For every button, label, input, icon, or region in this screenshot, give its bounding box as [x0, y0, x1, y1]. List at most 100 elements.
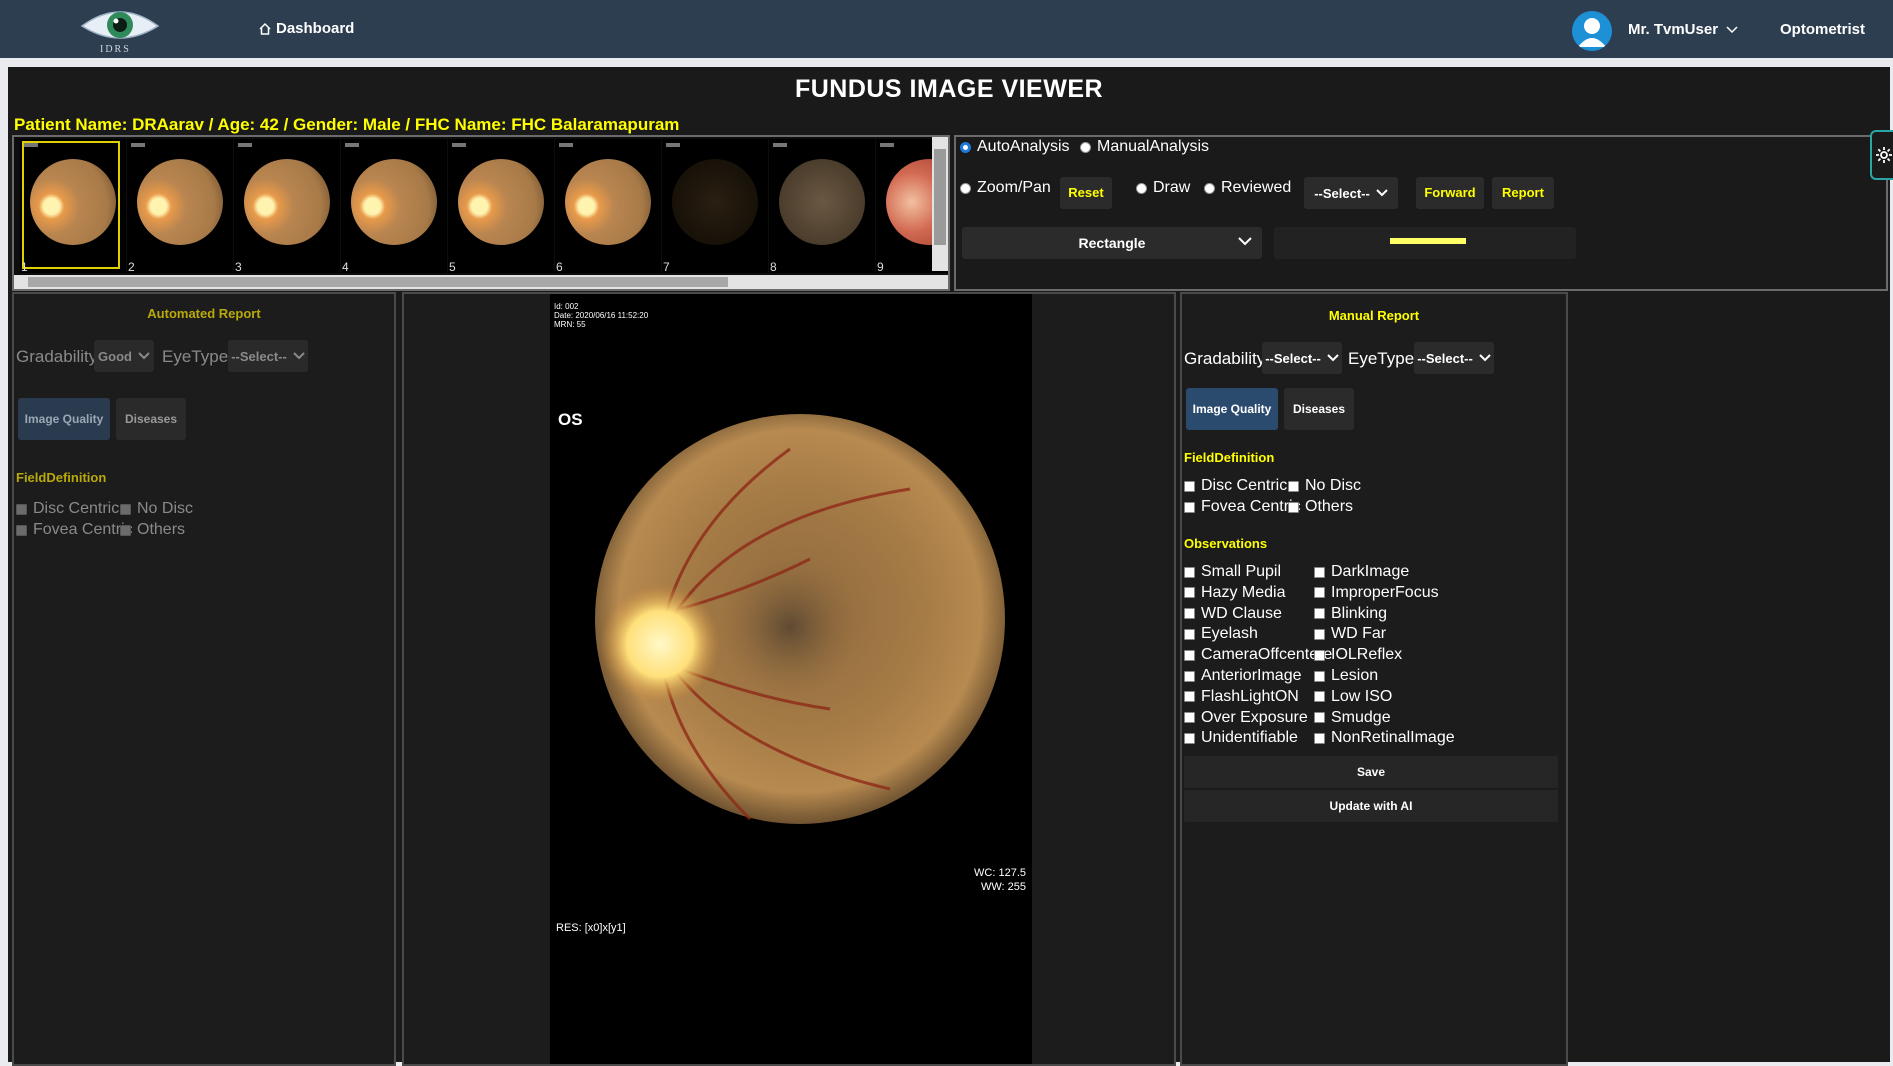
observation-label: WD Far	[1331, 625, 1387, 643]
observation-checkbox[interactable]: DarkImage	[1314, 563, 1409, 581]
thumbnail-image	[458, 159, 544, 245]
observation-label: Blinking	[1331, 604, 1388, 622]
chevron-down-icon	[293, 352, 305, 360]
user-name: Mr. TvmUser	[1628, 21, 1719, 38]
auto-analysis-radio[interactable]: AutoAnalysis	[960, 138, 1070, 156]
observation-checkbox[interactable]: NonRetinalImage	[1314, 729, 1455, 747]
tab-diseases[interactable]: Diseases	[1284, 388, 1354, 430]
thumbnail-item[interactable]: 6	[555, 139, 661, 274]
forward-button[interactable]: Forward	[1416, 177, 1484, 209]
eyetype-select[interactable]: --Select--	[228, 340, 308, 372]
draw-color-picker[interactable]	[1274, 227, 1576, 259]
thumbnail-header	[666, 143, 680, 147]
manual-report-title: Manual Report	[1328, 308, 1420, 323]
observation-checkbox[interactable]: WD Far	[1314, 625, 1386, 643]
auto-disc-centric-checkbox[interactable]: Disc Centric	[16, 500, 119, 518]
user-icon	[1578, 18, 1606, 47]
thumbnail-number: 2	[128, 260, 135, 274]
nav-dashboard[interactable]: Dashboard	[258, 20, 354, 37]
observation-label: IOLReflex	[1331, 646, 1403, 664]
tab-image-quality[interactable]: Image Quality	[1186, 388, 1278, 430]
zoom-pan-radio[interactable]: Zoom/Pan	[960, 179, 1051, 197]
thumbnail-header	[452, 143, 466, 147]
save-button[interactable]: Save	[1184, 756, 1558, 788]
observation-label: Smudge	[1331, 708, 1391, 726]
observation-checkbox[interactable]: Eyelash	[1184, 625, 1258, 643]
thumbnail-image	[244, 159, 330, 245]
gradability-select[interactable]: Good	[94, 340, 154, 372]
thumbnail-number: 9	[877, 260, 884, 274]
checkbox-box	[1314, 691, 1325, 703]
observation-checkbox[interactable]: Unidentifiable	[1184, 729, 1298, 747]
thumbnail-header	[238, 143, 252, 147]
observation-label: Eyelash	[1201, 625, 1258, 643]
observation-checkbox[interactable]: FlashLightON	[1184, 688, 1299, 706]
auto-no-disc-checkbox[interactable]: No Disc	[120, 500, 193, 518]
draw-radio[interactable]: Draw	[1136, 179, 1190, 197]
observation-checkbox[interactable]: AnteriorImage	[1184, 667, 1302, 685]
observation-checkbox[interactable]: Smudge	[1314, 709, 1391, 727]
selected-frame	[22, 141, 120, 269]
checkbox-box	[1184, 649, 1195, 661]
horizontal-scrollbar[interactable]	[14, 275, 948, 289]
observation-checkbox[interactable]: WD Clause	[1184, 605, 1282, 623]
observation-checkbox[interactable]: Blinking	[1314, 605, 1387, 623]
review-select[interactable]: --Select--	[1304, 177, 1398, 209]
tab-image-quality[interactable]: Image Quality	[18, 398, 110, 440]
thumbnail-item[interactable]: 2	[127, 139, 233, 274]
observation-label: NonRetinalImage	[1331, 729, 1455, 747]
eyetype-label: EyeType:	[1348, 349, 1419, 368]
observation-checkbox[interactable]: CameraOffcentere	[1184, 646, 1332, 664]
thumbnail-item[interactable]: 4	[341, 139, 447, 274]
observation-checkbox[interactable]: ImproperFocus	[1314, 584, 1439, 602]
observation-label: Hazy Media	[1201, 583, 1286, 601]
thumbnail-item[interactable]: 5	[448, 139, 554, 274]
page-title: FUNDUS IMAGE VIEWER	[794, 75, 1104, 103]
observation-checkbox[interactable]: Hazy Media	[1184, 584, 1285, 602]
shape-select[interactable]: Rectangle	[962, 227, 1262, 259]
chevron-down-icon	[1479, 354, 1491, 362]
observation-checkbox[interactable]: Low ISO	[1314, 688, 1392, 706]
thumbnail-item[interactable]: 1	[20, 139, 126, 274]
checkbox-box	[1184, 628, 1195, 640]
auto-others-checkbox[interactable]: Others	[120, 521, 185, 539]
observation-checkbox[interactable]: IOLReflex	[1314, 646, 1402, 664]
fundus-image-canvas[interactable]: Id: 002 Date: 2020/06/16 11:52:20 MRN: 5…	[550, 294, 1032, 1064]
chevron-down-icon	[138, 352, 150, 360]
observation-checkbox[interactable]: Small Pupil	[1184, 563, 1281, 581]
checkbox-box	[1184, 732, 1195, 744]
user-menu[interactable]: Mr. TvmUser	[1628, 21, 1738, 38]
disc-centric-checkbox[interactable]: Disc Centric	[1184, 477, 1287, 495]
gradability-select[interactable]: --Select--	[1262, 342, 1342, 374]
chevron-down-icon	[1327, 354, 1339, 362]
update-with-ai-button[interactable]: Update with AI	[1184, 790, 1558, 822]
others-checkbox[interactable]: Others	[1288, 498, 1353, 516]
thumbnail-item[interactable]: 3	[234, 139, 340, 274]
thumbnail-item[interactable]: 8	[769, 139, 875, 274]
color-swatch	[1390, 238, 1466, 244]
thumbnail-item[interactable]: 7	[662, 139, 768, 274]
avatar[interactable]	[1572, 11, 1612, 51]
checkbox-box	[1314, 732, 1325, 744]
tab-diseases[interactable]: Diseases	[116, 398, 186, 440]
eyetype-label: EyeType:	[162, 347, 233, 366]
no-disc-checkbox[interactable]: No Disc	[1288, 477, 1361, 495]
auto-fovea-centric-checkbox[interactable]: Fovea Centric	[16, 521, 133, 539]
observation-checkbox[interactable]: Over Exposure	[1184, 709, 1308, 727]
thumbnail-number: 6	[556, 260, 563, 274]
fovea-centric-checkbox[interactable]: Fovea Centric	[1184, 498, 1301, 516]
observation-checkbox[interactable]: Lesion	[1314, 667, 1378, 685]
eyetype-select[interactable]: --Select--	[1414, 342, 1494, 374]
vertical-scrollbar[interactable]	[932, 137, 948, 271]
report-button[interactable]: Report	[1492, 177, 1554, 209]
thumbnail-number: 3	[235, 260, 242, 274]
observation-label: WD Clause	[1201, 604, 1282, 622]
home-icon	[259, 22, 271, 35]
settings-tab[interactable]	[1870, 130, 1893, 180]
checkbox-box	[1314, 670, 1325, 682]
manual-analysis-radio[interactable]: ManualAnalysis	[1080, 138, 1209, 156]
thumbnail-number: 7	[663, 260, 670, 274]
reset-button[interactable]: Reset	[1060, 177, 1112, 209]
thumbnail-list: 1 2 3 4 5 6 7 8 9	[20, 139, 948, 274]
reviewed-radio[interactable]: Reviewed	[1204, 179, 1291, 197]
